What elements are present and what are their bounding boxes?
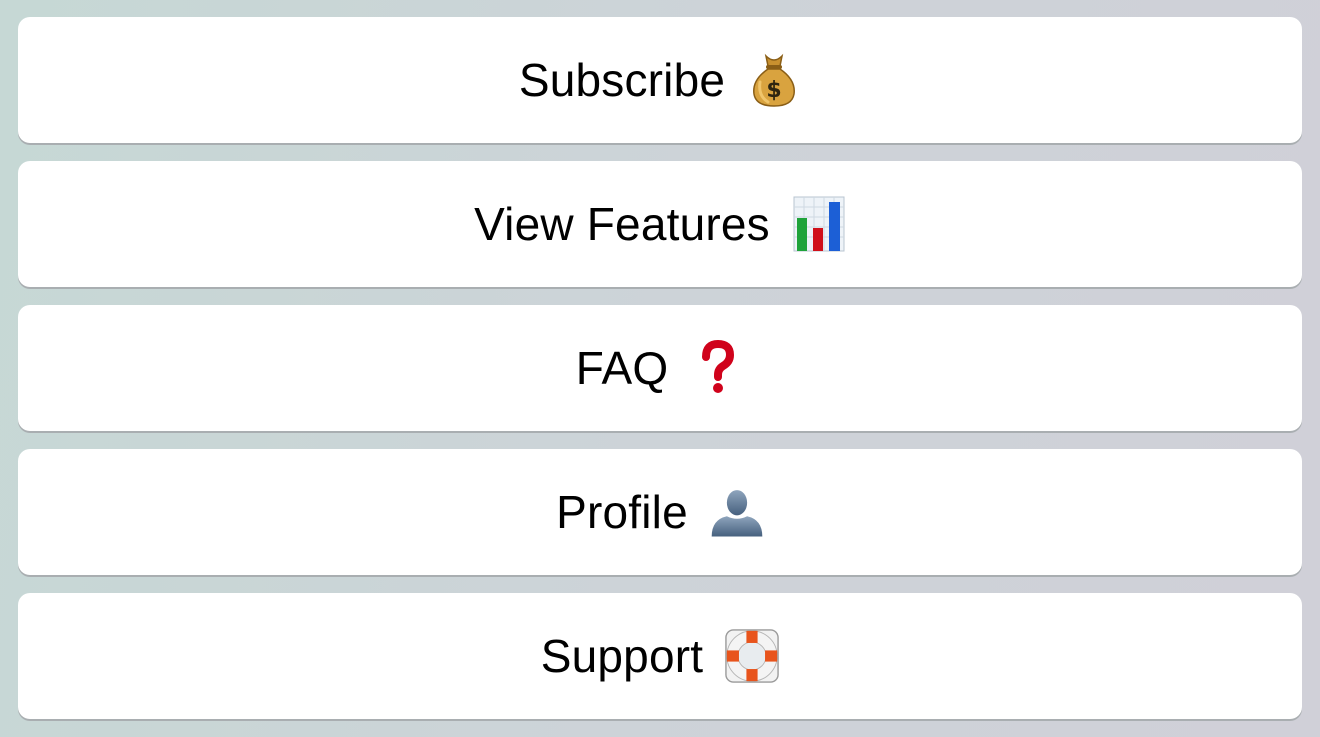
- profile-label: Profile: [556, 486, 688, 538]
- bar-chart-icon: [792, 196, 846, 252]
- user-silhouette-icon: [710, 484, 764, 540]
- subscribe-button[interactable]: Subscribe $: [18, 17, 1302, 143]
- support-button[interactable]: Support: [18, 593, 1302, 719]
- support-label: Support: [540, 630, 704, 682]
- main-menu: Subscribe $ View Features FAQ Profile Su…: [18, 17, 1302, 719]
- money-bag-icon: $: [747, 52, 801, 108]
- svg-text:$: $: [767, 78, 782, 103]
- question-mark-icon: [690, 340, 744, 396]
- faq-button[interactable]: FAQ: [18, 305, 1302, 431]
- subscribe-label: Subscribe: [518, 54, 726, 106]
- view-features-button[interactable]: View Features: [18, 161, 1302, 287]
- lifebuoy-icon: [725, 628, 780, 684]
- faq-label: FAQ: [575, 342, 669, 394]
- profile-button[interactable]: Profile: [18, 449, 1302, 575]
- view-features-label: View Features: [474, 198, 770, 250]
